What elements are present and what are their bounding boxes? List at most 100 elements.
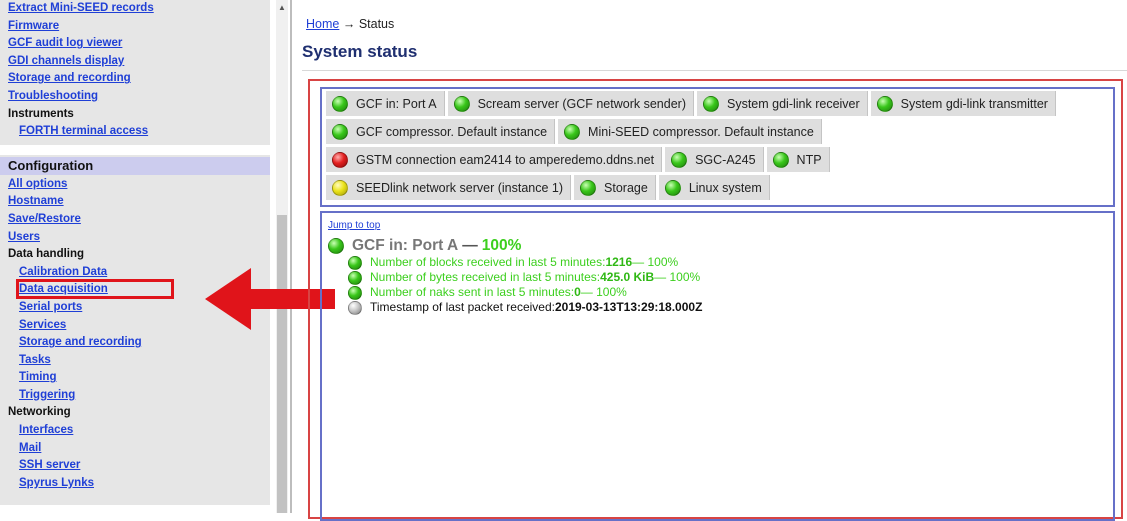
sidebar-item-troubleshooting[interactable]: Troubleshooting: [0, 88, 270, 106]
services-overview: GCF in: Port A Scream server (GCF networ…: [320, 87, 1115, 207]
metric-suffix: — 100%: [654, 270, 701, 284]
breadcrumb: Home → Status: [306, 17, 394, 31]
status-yellow-icon: [332, 179, 348, 196]
sidebar-item-forth-terminal[interactable]: FORTH terminal access: [0, 123, 270, 141]
sidebar-scrollbar[interactable]: ▲: [276, 0, 288, 513]
sidebar-item-extract-mini-seed[interactable]: Extract Mini-SEED records: [0, 0, 270, 18]
sidebar-item-storage-recording[interactable]: Storage and recording: [0, 70, 270, 88]
service-tab[interactable]: System gdi-link transmitter: [870, 91, 1056, 116]
sidebar-top-menu: Extract Mini-SEED records Firmware GCF a…: [0, 0, 270, 145]
sidebar-item-hostname[interactable]: Hostname: [0, 193, 270, 211]
service-tab[interactable]: Mini-SEED compressor. Default instance: [558, 119, 822, 144]
service-label: SGC-A245: [695, 152, 756, 167]
sidebar: Extract Mini-SEED records Firmware GCF a…: [0, 0, 270, 505]
sidebar-item-interfaces[interactable]: Interfaces: [0, 422, 270, 440]
sidebar-heading-data-handling: Data handling: [8, 248, 85, 261]
metric-suffix: — 100%: [632, 255, 679, 269]
service-tab[interactable]: GCF in: Port A: [326, 91, 445, 116]
sidebar-item-all-options[interactable]: All options: [0, 176, 270, 194]
status-panel: GCF in: Port A Scream server (GCF networ…: [308, 79, 1123, 521]
metric-label: Number of bytes received in last 5 minut…: [370, 270, 601, 284]
services-row: GCF compressor. Default instance Mini-SE…: [326, 119, 1109, 145]
detail-title: GCF in: Port A — 100%: [328, 237, 1107, 255]
detail-service-name: GCF in: Port A: [352, 237, 459, 254]
service-tab[interactable]: GCF compressor. Default instance: [326, 119, 556, 144]
service-label: GCF compressor. Default instance: [356, 124, 548, 139]
sidebar-item-ssh-server[interactable]: SSH server: [0, 457, 270, 475]
service-detail-panel: Jump to top GCF in: Port A — 100% Number…: [320, 211, 1115, 521]
sidebar-item-tasks[interactable]: Tasks: [0, 352, 270, 370]
sidebar-item-gdi-channels[interactable]: GDI channels display: [0, 53, 270, 71]
sidebar-item-timing[interactable]: Timing: [0, 369, 270, 387]
sidebar-separator: [0, 144, 270, 155]
metric-row: Number of blocks received in last 5 minu…: [348, 255, 1107, 270]
status-green-icon: [664, 179, 681, 196]
metric-value: 425.0 KiB: [600, 270, 655, 284]
status-green-icon: [328, 238, 344, 254]
status-green-icon: [332, 123, 348, 140]
sidebar-item-storage-and-recording[interactable]: Storage and recording: [0, 334, 270, 352]
service-label: GCF in: Port A: [356, 96, 437, 111]
service-label: Scream server (GCF network sender): [477, 96, 686, 111]
title-divider: [302, 70, 1127, 71]
service-label: Linux system: [688, 180, 762, 195]
service-label: Mini-SEED compressor. Default instance: [588, 124, 814, 139]
metric-row: Number of bytes received in last 5 minut…: [348, 270, 1107, 285]
status-green-icon: [876, 95, 893, 112]
service-tab[interactable]: GSTM connection eam2414 to amperedemo.dd…: [326, 147, 663, 172]
sidebar-heading-instruments: Instruments: [8, 107, 74, 120]
services-row: SEEDlink network server (instance 1) Sto…: [326, 175, 1109, 201]
status-green-icon: [348, 270, 362, 285]
service-tab[interactable]: SEEDlink network server (instance 1): [326, 175, 572, 200]
service-label: Storage: [604, 180, 648, 195]
sidebar-item-firmware[interactable]: Firmware: [0, 18, 270, 36]
service-label: SEEDlink network server (instance 1): [356, 180, 564, 195]
metric-row: Number of naks sent in last 5 minutes: 0…: [348, 285, 1107, 300]
metric-label: Timestamp of last packet received:: [370, 300, 555, 314]
status-green-icon: [332, 95, 348, 112]
metric-row: Timestamp of last packet received: 2019-…: [348, 300, 1107, 315]
status-green-icon: [580, 179, 597, 196]
status-gray-icon: [348, 300, 362, 315]
sidebar-item-triggering[interactable]: Triggering: [0, 387, 270, 405]
service-tab[interactable]: System gdi-link receiver: [696, 91, 868, 116]
status-green-icon: [348, 255, 362, 270]
breadcrumb-current: Status: [358, 17, 395, 31]
metric-suffix: — 100%: [580, 285, 627, 299]
scroll-up-icon[interactable]: ▲: [276, 2, 288, 14]
service-tab[interactable]: Linux system: [658, 175, 770, 200]
status-green-icon: [453, 95, 470, 112]
service-tab[interactable]: NTP: [766, 147, 830, 172]
sidebar-heading-networking: Networking: [8, 406, 71, 419]
service-label: NTP: [796, 152, 822, 167]
metric-value: 1216: [605, 255, 633, 269]
detail-title-separator: —: [462, 237, 478, 254]
main-content: Home → Status System status GCF in: Port…: [302, 0, 1127, 521]
service-tab[interactable]: Storage: [574, 175, 656, 200]
scrollbar-thumb[interactable]: [277, 215, 287, 513]
sidebar-item-users[interactable]: Users: [0, 229, 270, 247]
sidebar-item-gcf-audit-log[interactable]: GCF audit log viewer: [0, 35, 270, 53]
service-label: System gdi-link transmitter: [900, 96, 1048, 111]
service-label: System gdi-link receiver: [726, 96, 860, 111]
status-green-icon: [772, 151, 789, 168]
sidebar-item-save-restore[interactable]: Save/Restore: [0, 211, 270, 229]
status-green-icon: [564, 123, 581, 140]
sidebar-item-mail[interactable]: Mail: [0, 440, 270, 458]
breadcrumb-home-link[interactable]: Home: [306, 17, 339, 31]
detail-title-percent: 100%: [481, 237, 522, 254]
service-tab[interactable]: Scream server (GCF network sender): [447, 91, 694, 116]
services-row: GCF in: Port A Scream server (GCF networ…: [326, 91, 1109, 117]
breadcrumb-arrow: →: [342, 17, 356, 31]
services-row: GSTM connection eam2414 to amperedemo.dd…: [326, 147, 1109, 173]
jump-to-top-link[interactable]: Jump to top: [328, 220, 380, 231]
metric-value: 0: [574, 285, 581, 299]
service-tab[interactable]: SGC-A245: [665, 147, 764, 172]
metric-label: Number of naks sent in last 5 minutes:: [370, 285, 575, 299]
frame-divider: [290, 0, 292, 513]
sidebar-item-spyrus-lynks[interactable]: Spyrus Lynks: [0, 475, 270, 493]
page-title: System status: [302, 42, 418, 61]
status-green-icon: [348, 285, 362, 300]
metric-value: 2019-03-13T13:29:18.000Z: [554, 300, 703, 314]
metric-label: Number of blocks received in last 5 minu…: [370, 255, 606, 269]
